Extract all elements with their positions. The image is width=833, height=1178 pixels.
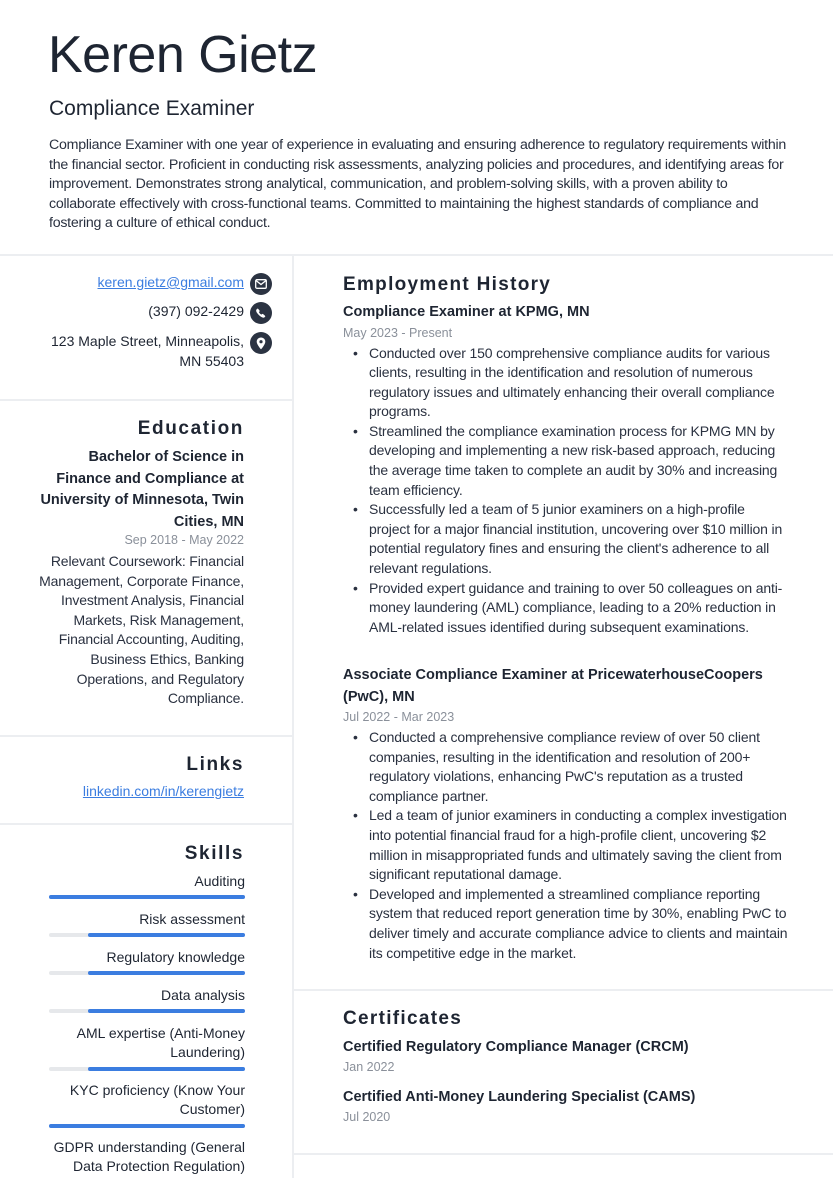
skill-item: Auditing [49,872,245,900]
job-title: Compliance Examiner at KPMG, MN [343,304,590,320]
skill-level-fill [49,1123,245,1128]
skill-label: Auditing [194,873,245,889]
skill-label: Data analysis [160,987,245,1003]
sidebar-divider [0,399,292,401]
column-divider [292,256,294,1178]
sidebar-divider [0,823,292,825]
education-heading: Education [137,418,244,439]
job-bullet: Streamlined the compliance examination p… [343,422,788,500]
skill-level-fill [49,895,245,900]
certificate-name: Certified Anti-Money Laundering Speciali… [343,1089,696,1105]
skill-level-bar [49,1123,245,1128]
certificate-name: Certified Regulatory Compliance Manager … [343,1039,689,1055]
skill-label: AML expertise (Anti-Money Laundering) [76,1025,245,1061]
education-degree: Bachelor of Science in Finance and Compl… [40,449,244,530]
skill-item: Data analysis [49,986,245,1014]
skill-label: GDPR understanding (General Data Protect… [53,1139,245,1175]
skill-level-fill [88,1009,245,1014]
job-bullet: Developed and implemented a streamlined … [343,885,788,963]
skills-heading: Skills [184,843,244,864]
certificate-item: Certified Anti-Money Laundering Speciali… [343,1087,803,1126]
phone-number: (397) 092-2429 [148,303,244,319]
job-dates: Jul 2022 - Mar 2023 [343,710,455,724]
certificate-item: Certified Regulatory Compliance Manager … [343,1037,803,1076]
skill-item: KYC proficiency (Know Your Customer) [49,1081,245,1128]
skill-label: Regulatory knowledge [106,949,245,965]
certificates-heading: Certificates [343,1008,463,1029]
linkedin-link[interactable]: linkedin.com/in/kerengietz [83,783,244,799]
skill-item: Risk assessment [49,910,245,938]
contact-email-row: keren.gietz@gmail.com [12,273,272,295]
sidebar-divider [0,735,292,737]
job-bullet: Provided expert guidance and training to… [343,579,788,638]
skill-item: AML expertise (Anti-Money Laundering) [49,1024,245,1071]
skill-level-bar [49,933,245,938]
employment-heading: Employment History [343,274,552,295]
certificate-date: Jan 2022 [343,1060,395,1074]
job-bullets: Conducted over 150 comprehensive complia… [343,344,788,638]
job-bullet: Conducted a comprehensive compliance rev… [343,728,788,806]
phone-icon [250,302,272,324]
skill-level-bar [49,1066,245,1071]
profile-summary: Compliance Examiner with one year of exp… [49,137,787,232]
skill-label: Risk assessment [139,911,245,927]
job-bullets: Conducted a comprehensive compliance rev… [343,728,788,963]
contact-phone-row: (397) 092-2429 [12,302,272,324]
job-dates: May 2023 - Present [343,325,453,340]
certificate-date: Jul 2020 [343,1110,391,1124]
email-link[interactable]: keren.gietz@gmail.com [98,273,245,293]
candidate-name: Keren Gietz [48,26,318,84]
section-divider [294,1153,833,1155]
skill-level-bar [49,1009,245,1014]
contact-address-row: 123 Maple Street, Minneapolis, MN 55403 [12,332,272,371]
job-bullet: Successfully led a team of 5 junior exam… [343,500,788,578]
skill-label: KYC proficiency (Know Your Customer) [69,1082,245,1118]
skill-item: GDPR understanding (General Data Protect… [49,1138,245,1177]
envelope-icon [250,273,272,295]
address: 123 Maple Street, Minneapolis, MN 55403 [51,333,244,369]
links-heading: Links [186,754,244,775]
skill-item: Regulatory knowledge [49,948,245,976]
header-divider [0,254,833,256]
resume-header: Keren Gietz Compliance Examiner Complian… [0,0,833,254]
section-divider [294,989,833,991]
map-pin-icon [250,332,272,354]
job-bullet: Conducted over 150 comprehensive complia… [343,344,788,422]
skill-level-fill [88,933,245,938]
skill-level-fill [88,971,245,976]
job-title: Associate Compliance Examiner at Pricewa… [343,667,763,705]
job-entry: Compliance Examiner at KPMG, MN May 2023… [343,302,788,637]
job-bullet: Led a team of junior examiners in conduc… [343,806,788,884]
skill-level-fill [88,1066,245,1071]
education-dates: Sep 2018 - May 2022 [124,533,244,547]
candidate-title: Compliance Examiner [49,97,255,120]
education-description: Relevant Coursework: Financial Managemen… [39,553,244,707]
job-entry: Associate Compliance Examiner at Pricewa… [343,665,788,963]
skill-level-bar [49,895,245,900]
skill-level-bar [49,971,245,976]
